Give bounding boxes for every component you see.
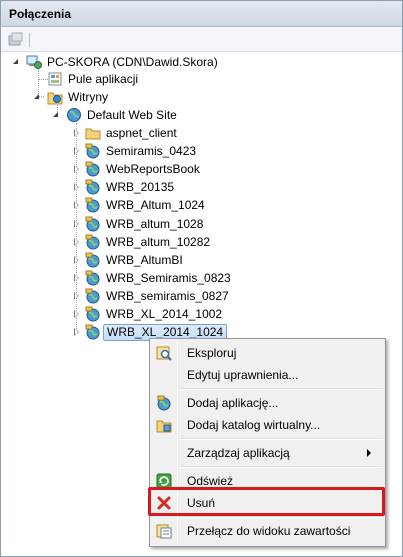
explore-icon: [156, 346, 172, 361]
web-app-icon: [85, 306, 100, 322]
tree-node-app[interactable]: WRB_Altum_1024: [1, 197, 401, 214]
expand-arrow-icon[interactable]: [74, 129, 79, 137]
expand-arrow-icon[interactable]: [74, 274, 79, 282]
menu-separator: [180, 466, 383, 468]
menu-item-label: Dodaj katalog wirtualny...: [187, 418, 321, 432]
server-icon: [26, 55, 42, 69]
web-app-icon: [85, 288, 100, 304]
tree-node-sites[interactable]: Witryny: [1, 89, 401, 106]
tree-node-app[interactable]: WebReportsBook: [1, 161, 401, 178]
web-app-icon: [85, 252, 100, 268]
tree-node-app[interactable]: WRB_Semiramis_0823: [1, 270, 401, 287]
menu-separator: [180, 388, 383, 390]
toolbar: [1, 28, 402, 52]
tree-node-label: PC-SKORA (CDN\Dawid.Skora): [47, 55, 218, 69]
menu-item-add-application[interactable]: Dodaj aplikację...: [152, 392, 383, 414]
menu-item-switch-content-view[interactable]: Przełącz do widoku zawartości: [152, 520, 383, 542]
connections-panel: Połączenia PC-SKORA (CDN\Dawid.Skora) Pu…: [0, 0, 403, 557]
menu-separator: [180, 516, 383, 518]
menu-item-label: Przełącz do widoku zawartości: [187, 524, 351, 538]
tree-node-app[interactable]: WRB_altum_10282: [1, 234, 401, 251]
connect-icon[interactable]: [8, 32, 24, 46]
web-app-icon: [85, 234, 100, 250]
panel-title: Połączenia: [1, 1, 402, 27]
expand-arrow-icon[interactable]: [74, 238, 79, 246]
web-app-icon: [85, 197, 100, 213]
tree-node-app-pools[interactable]: Pule aplikacji: [1, 71, 401, 88]
menu-item-label: Edytuj uprawnienia...: [187, 368, 299, 382]
folder-icon: [85, 128, 101, 140]
tree-node-app[interactable]: WRB_20135: [1, 179, 401, 196]
expand-arrow-icon[interactable]: [74, 310, 79, 318]
tree-node-app[interactable]: WRB_AltumBI: [1, 252, 401, 269]
collapse-arrow-icon[interactable]: [53, 112, 58, 117]
tree-node-label: WRB_Altum_1024: [106, 198, 205, 212]
tree-node-label: WRB_Semiramis_0823: [106, 271, 231, 285]
expand-arrow-icon[interactable]: [74, 201, 79, 209]
tree-node-app[interactable]: aspnet_client: [1, 125, 401, 142]
web-app-icon: [85, 143, 100, 159]
expand-arrow-icon[interactable]: [74, 256, 79, 264]
submenu-arrow-icon: [367, 449, 371, 457]
expand-arrow-icon[interactable]: [74, 328, 79, 336]
web-app-icon: [85, 270, 100, 286]
menu-item-manage-application[interactable]: Zarządzaj aplikacją: [152, 442, 383, 464]
web-app-icon: [85, 324, 100, 340]
content-view-icon: [156, 524, 172, 539]
sites-icon: [47, 92, 63, 105]
menu-item-add-virtual-directory[interactable]: Dodaj katalog wirtualny...: [152, 414, 383, 436]
menu-item-label: Eksploruj: [187, 346, 237, 360]
tree-node-label: Pule aplikacji: [68, 72, 139, 86]
tree-node-label: Default Web Site: [87, 108, 177, 122]
menu-item-explore[interactable]: Eksploruj: [152, 342, 383, 364]
collapse-arrow-icon[interactable]: [13, 59, 18, 64]
add-virtual-dir-icon: [156, 420, 172, 433]
tree-node-server[interactable]: PC-SKORA (CDN\Dawid.Skora): [1, 54, 401, 71]
tree-node-label: WRB_AltumBI: [106, 253, 183, 267]
menu-item-label: Zarządzaj aplikacją: [187, 446, 290, 460]
expand-arrow-icon[interactable]: [74, 165, 79, 173]
tree-node-label: Witryny: [68, 90, 108, 104]
tree-node-label: WebReportsBook: [106, 162, 200, 176]
toolbar-separator: [29, 33, 30, 47]
expand-arrow-icon[interactable]: [74, 183, 79, 191]
tree-node-app[interactable]: Semiramis_0423: [1, 143, 401, 160]
menu-item-edit-permissions[interactable]: Edytuj uprawnienia...: [152, 364, 383, 386]
tree-node-default-web-site[interactable]: Default Web Site: [1, 107, 401, 124]
expand-arrow-icon[interactable]: [74, 220, 79, 228]
globe-icon: [67, 108, 81, 122]
tree-node-label: WRB_altum_1028: [106, 217, 204, 231]
web-app-icon: [85, 216, 100, 232]
tree-node-app[interactable]: WRB_XL_2014_1002: [1, 306, 401, 323]
expand-arrow-icon[interactable]: [74, 147, 79, 155]
collapse-arrow-icon[interactable]: [34, 94, 39, 99]
add-app-icon: [157, 395, 171, 411]
tree-node-label: aspnet_client: [106, 126, 177, 140]
tree-node-label: WRB_altum_10282: [106, 235, 211, 249]
web-app-icon: [85, 161, 100, 177]
tree-node-label: WRB_20135: [106, 180, 175, 194]
tree-node-label: Semiramis_0423: [106, 144, 197, 158]
connections-tree: PC-SKORA (CDN\Dawid.Skora) Pule aplikacj…: [1, 53, 402, 353]
delete-highlight-box: [148, 487, 385, 516]
tree-node-label: WRB_XL_2014_1002: [106, 307, 223, 321]
menu-separator: [180, 438, 383, 440]
app-pools-icon: [48, 72, 62, 86]
expand-arrow-icon[interactable]: [74, 292, 79, 300]
tree-node-app[interactable]: WRB_altum_1028: [1, 216, 401, 233]
tree-node-label: WRB_semiramis_0827: [106, 289, 229, 303]
web-app-icon: [85, 179, 100, 195]
tree-node-app[interactable]: WRB_semiramis_0827: [1, 288, 401, 305]
menu-item-label: Dodaj aplikację...: [187, 396, 279, 410]
